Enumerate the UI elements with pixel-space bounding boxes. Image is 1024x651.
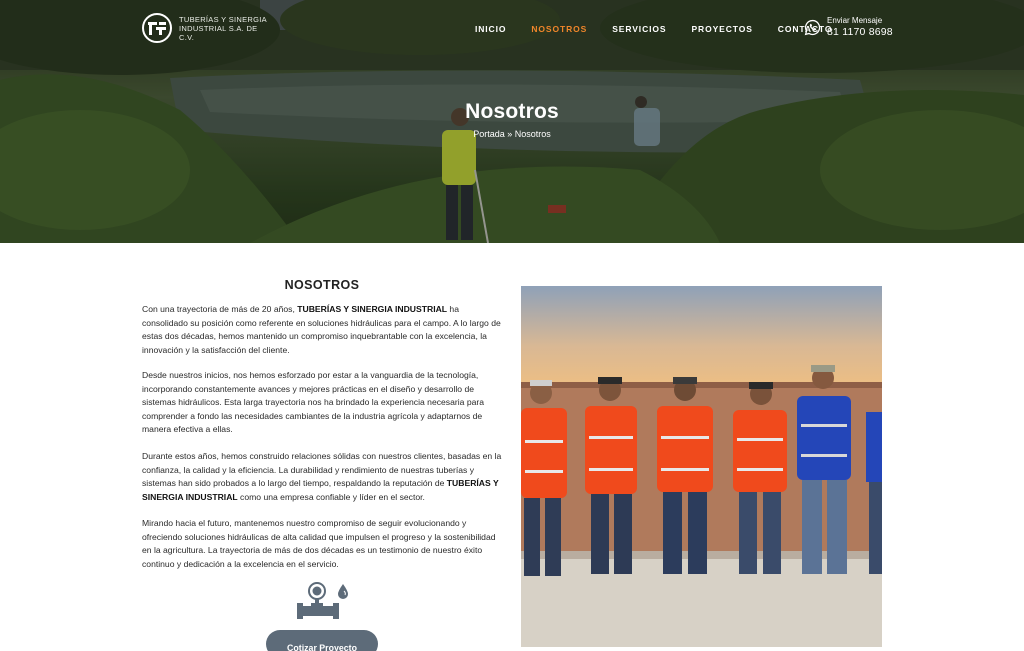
breadcrumb-home-link[interactable]: Portada	[473, 129, 505, 139]
page-title: Nosotros	[465, 100, 559, 123]
pipe-valve-icon	[297, 582, 348, 619]
main-navigation: INICIO NOSOTROS SERVICIOS PROYECTOS CONT…	[475, 24, 857, 34]
p1-company-name: TUBERÍAS Y SINERGIA INDUSTRIAL	[297, 304, 448, 314]
logo-mark-icon	[142, 13, 172, 43]
nav-item-servicios[interactable]: SERVICIOS	[612, 24, 666, 34]
nav-item-nosotros[interactable]: NOSOTROS	[531, 24, 587, 34]
contact-phone[interactable]: 81 1170 8698	[827, 26, 893, 39]
whatsapp-icon	[804, 19, 821, 36]
about-paragraph-1: Con una trayectoria de más de 20 años, T…	[142, 303, 504, 357]
about-paragraph-2: Desde nuestros inicios, nos hemos esforz…	[142, 370, 485, 435]
team-photo	[521, 286, 882, 647]
p1-text-a: Con una trayectoria de más de 20 años,	[142, 304, 298, 314]
breadcrumb: Portada » Nosotros	[0, 129, 1024, 139]
about-paragraph-3: Durante estos años, hemos construido rel…	[142, 450, 504, 504]
whatsapp-contact[interactable]: Enviar Mensaje 81 1170 8698	[804, 16, 893, 39]
section-heading: NOSOTROS	[284, 278, 360, 292]
hero-banner: TUBERÍAS Y SINERGIA INDUSTRIAL S.A. DE C…	[0, 0, 1024, 243]
nav-item-proyectos[interactable]: PROYECTOS	[691, 24, 752, 34]
about-paragraph-4: Mirando hacia el futuro, mantenemos nues…	[142, 518, 496, 569]
breadcrumb-current: Nosotros	[514, 129, 551, 139]
quote-project-button[interactable]: Cotizar Proyecto	[266, 630, 378, 651]
p3-text-c: como una empresa confiable y líder en el…	[237, 491, 425, 502]
breadcrumb-separator: »	[507, 129, 513, 139]
contact-label: Enviar Mensaje	[827, 16, 883, 25]
brand-logo[interactable]: TUBERÍAS Y SINERGIA INDUSTRIAL S.A. DE C…	[142, 13, 269, 43]
nav-item-inicio[interactable]: INICIO	[475, 24, 506, 34]
logo-company-name: TUBERÍAS Y SINERGIA INDUSTRIAL S.A. DE C…	[179, 14, 267, 42]
